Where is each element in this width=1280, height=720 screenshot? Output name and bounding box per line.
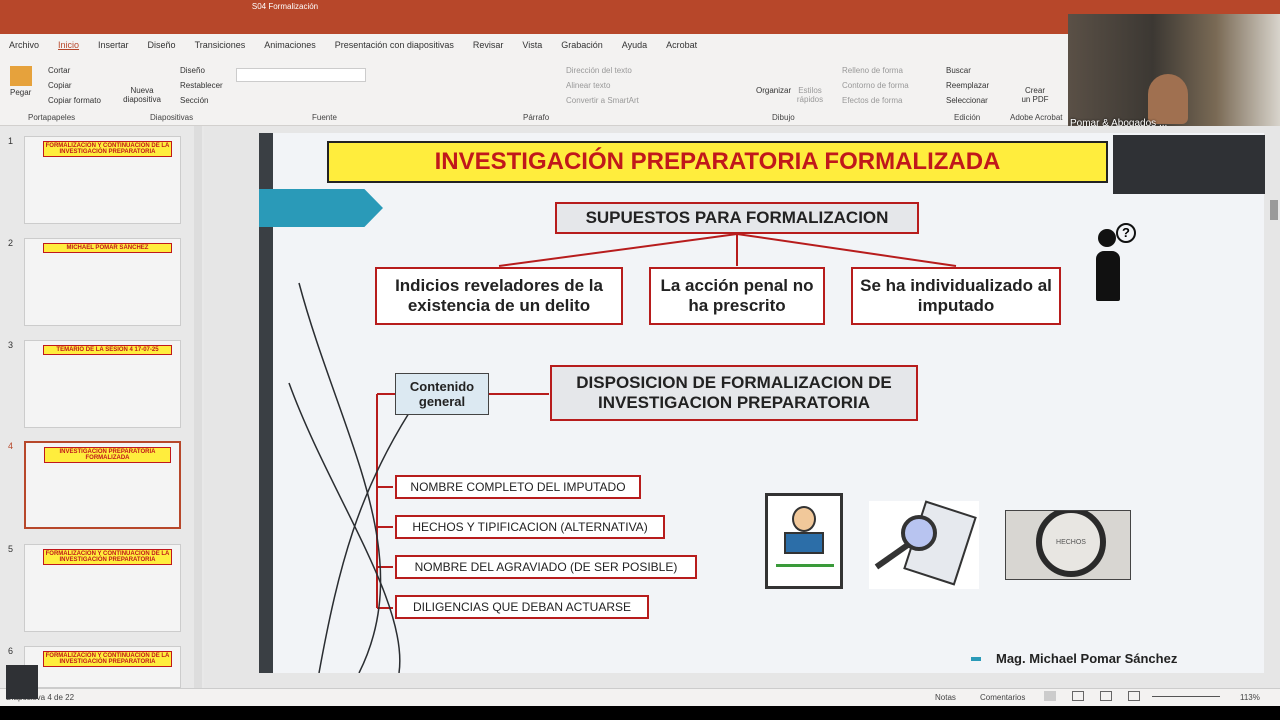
find-button[interactable]: Buscar — [946, 66, 971, 75]
thinking-person-icon: ? — [1094, 223, 1136, 321]
thumbnail-title: TEMARIO DE LA SESIÓN 4 17-07-25 — [43, 345, 172, 355]
thumbnail-title: FORMALIZACIÓN Y CONTINUACIÓN DE LA INVES… — [43, 549, 172, 565]
slide-scrollbar-thumb[interactable] — [1270, 200, 1278, 220]
group-label-editing: Edición — [954, 113, 981, 122]
thumbnail-number: 6 — [8, 646, 14, 656]
cut-button[interactable]: Cortar — [48, 66, 70, 75]
group-label-drawing: Dibujo — [772, 113, 795, 122]
group-label-paragraph: Párrafo — [523, 113, 550, 122]
item-nombre-imputado: NOMBRE COMPLETO DEL IMPUTADO — [395, 475, 641, 499]
tab-insertar[interactable]: Insertar — [89, 40, 139, 56]
video-thumbnail-small — [6, 665, 38, 699]
replace-button[interactable]: Reemplazar — [946, 81, 989, 90]
format-painter-button[interactable]: Copiar formato — [48, 96, 101, 105]
shape-fill-button[interactable]: Relleno de forma — [842, 66, 903, 75]
reading-view-icon[interactable] — [1100, 691, 1112, 701]
tab-transiciones[interactable]: Transiciones — [186, 40, 256, 56]
slide-thumbnail-6[interactable]: FORMALIZACIÓN Y CONTINUACIÓN DE LA INVES… — [24, 646, 181, 688]
status-bar: Diapositiva 4 de 22 Notas Comentarios 11… — [0, 688, 1280, 706]
item-diligencias: DILIGENCIAS QUE DEBAN ACTUARSE — [395, 595, 649, 619]
shape-effects-button[interactable]: Efectos de forma — [842, 96, 902, 105]
thumbnail-title: MICHAEL POMAR SÁNCHEZ — [43, 243, 172, 253]
thumbnail-number: 1 — [8, 136, 14, 146]
new-slide-button[interactable]: Nueva diapositiva — [118, 86, 166, 104]
paste-icon[interactable] — [10, 66, 32, 86]
tab-inicio[interactable]: Inicio — [49, 40, 89, 56]
tab-acrobat[interactable]: Acrobat — [657, 40, 707, 56]
thumbnail-number: 2 — [8, 238, 14, 248]
text-direction-button[interactable]: Dirección del texto — [566, 66, 632, 75]
layout-button[interactable]: Diseño — [180, 66, 205, 75]
window-title: S04 Formalización — [251, 2, 319, 11]
document-checklist-icon — [765, 493, 843, 589]
create-pdf-button[interactable]: Crear un PDF — [1020, 86, 1050, 104]
thumbnail-title: INVESTIGACIÓN PREPARATORIA FORMALIZADA — [44, 447, 171, 463]
author-bullet — [971, 657, 981, 661]
paste-button[interactable]: Pegar — [10, 88, 31, 97]
tab-vista[interactable]: Vista — [513, 40, 552, 56]
tab-ayuda[interactable]: Ayuda — [613, 40, 657, 56]
slide-thumbnail-3[interactable]: TEMARIO DE LA SESIÓN 4 17-07-25 — [24, 340, 181, 428]
smartart-button[interactable]: Convertir a SmartArt — [566, 96, 639, 105]
thumbnail-number: 4 — [8, 441, 14, 451]
zoom-level[interactable]: 113% — [1240, 693, 1260, 702]
zoom-slider[interactable] — [1152, 696, 1220, 697]
slideshow-view-icon[interactable] — [1128, 691, 1140, 701]
tab-diseño[interactable]: Diseño — [139, 40, 186, 56]
magnifier-document-icon — [869, 500, 979, 589]
group-label-acrobat: Adobe Acrobat — [1010, 113, 1063, 122]
slide-thumbnail-4[interactable]: INVESTIGACIÓN PREPARATORIA FORMALIZADA — [24, 441, 181, 529]
slide-thumbnail-5[interactable]: FORMALIZACIÓN Y CONTINUACIÓN DE LA INVES… — [24, 544, 181, 632]
item-nombre-agraviado: NOMBRE DEL AGRAVIADO (DE SER POSIBLE) — [395, 555, 697, 579]
notes-button[interactable]: Notas — [935, 693, 956, 702]
quick-styles-button[interactable]: Estilos rápidos — [795, 86, 825, 104]
hechos-label: HECHOS — [1056, 539, 1086, 546]
item-hechos-tipificacion: HECHOS Y TIPIFICACION (ALTERNATIVA) — [395, 515, 665, 539]
tab-grabación[interactable]: Grabación — [552, 40, 613, 56]
thumbnail-title: FORMALIZACIÓN Y CONTINUACIÓN DE LA INVES… — [43, 651, 172, 667]
thumbnail-number: 5 — [8, 544, 14, 554]
slide-thumbnail-2[interactable]: MICHAEL POMAR SÁNCHEZ — [24, 238, 181, 326]
reset-button[interactable]: Restablecer — [180, 81, 223, 90]
thumbnail-title: FORMALIZACIÓN Y CONTINUACIÓN DE LA INVES… — [43, 141, 172, 157]
group-label-font: Fuente — [312, 113, 337, 122]
sorter-view-icon[interactable] — [1072, 691, 1084, 701]
normal-view-icon[interactable] — [1044, 691, 1056, 701]
align-text-button[interactable]: Alinear texto — [566, 81, 610, 90]
tab-archivo[interactable]: Archivo — [0, 40, 49, 56]
tab-revisar[interactable]: Revisar — [464, 40, 514, 56]
slide-canvas[interactable]: INVESTIGACIÓN PREPARATORIA FORMALIZADA S… — [259, 133, 1264, 673]
group-label-slides: Diapositivas — [150, 113, 194, 122]
thumbnail-number: 3 — [8, 340, 14, 350]
contenido-general-box: Contenido general — [395, 373, 489, 415]
select-button[interactable]: Seleccionar — [946, 96, 988, 105]
shape-outline-button[interactable]: Contorno de forma — [842, 81, 909, 90]
group-label-clipboard: Portapapeles — [28, 113, 76, 122]
font-family-select[interactable] — [236, 68, 366, 82]
ribbon-tabs: Archivo Inicio Insertar Diseño Transiciones A… — [0, 40, 707, 56]
thumbnails-scrollbar[interactable] — [194, 126, 202, 688]
copy-button[interactable]: Copiar — [48, 81, 72, 90]
disposicion-heading: DISPOSICION DE FORMALIZACION DE INVESTIG… — [550, 365, 918, 421]
tab-animaciones[interactable]: Animaciones — [255, 40, 326, 56]
webcam-video: Pomar & Abogados ... — [1068, 14, 1280, 136]
arrange-button[interactable]: Organizar — [756, 86, 791, 95]
comments-button[interactable]: Comentarios — [980, 693, 1025, 702]
hechos-magnifier-image: HECHOS — [1005, 510, 1131, 580]
author-name: Mag. Michael Pomar Sánchez — [996, 651, 1178, 666]
video-overlay-panel — [1113, 135, 1265, 194]
tab-presentación-con-diapositivas[interactable]: Presentación con diapositivas — [326, 40, 464, 56]
slide-thumbnail-1[interactable]: FORMALIZACIÓN Y CONTINUACIÓN DE LA INVES… — [24, 136, 181, 224]
section-button[interactable]: Sección — [180, 96, 208, 105]
person-avatar — [1148, 74, 1188, 124]
